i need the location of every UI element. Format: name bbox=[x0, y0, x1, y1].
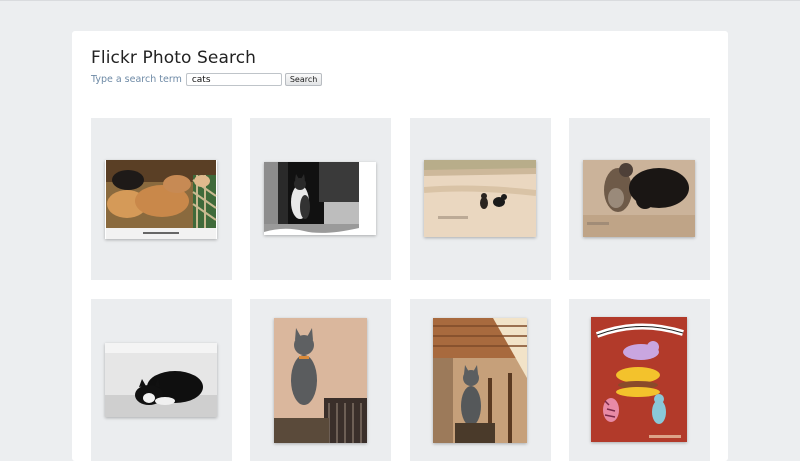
photo-thumbnail[interactable] bbox=[105, 160, 217, 239]
photo-thumbnail[interactable] bbox=[583, 160, 695, 237]
photo-card[interactable] bbox=[91, 118, 232, 280]
page-title: Flickr Photo Search bbox=[91, 48, 257, 68]
search-label: Type a search term bbox=[91, 74, 182, 85]
photo-thumbnail[interactable] bbox=[274, 318, 367, 443]
top-border bbox=[0, 0, 800, 1]
photo-card[interactable] bbox=[410, 299, 551, 461]
photo-card[interactable] bbox=[91, 299, 232, 461]
photo-thumbnail[interactable] bbox=[591, 317, 687, 442]
photo-card[interactable] bbox=[569, 118, 710, 280]
photo-card[interactable] bbox=[410, 118, 551, 280]
photo-thumbnail[interactable] bbox=[424, 160, 536, 237]
search-button[interactable]: Search bbox=[284, 73, 323, 86]
photo-card[interactable] bbox=[250, 118, 391, 280]
photo-card[interactable] bbox=[569, 299, 710, 461]
photo-thumbnail[interactable] bbox=[264, 162, 376, 235]
photo-card[interactable] bbox=[250, 299, 391, 461]
search-input[interactable] bbox=[185, 73, 282, 86]
photo-thumbnail[interactable] bbox=[105, 343, 217, 417]
search-form: Type a search term Search bbox=[91, 72, 323, 87]
photo-thumbnail[interactable] bbox=[433, 318, 527, 443]
